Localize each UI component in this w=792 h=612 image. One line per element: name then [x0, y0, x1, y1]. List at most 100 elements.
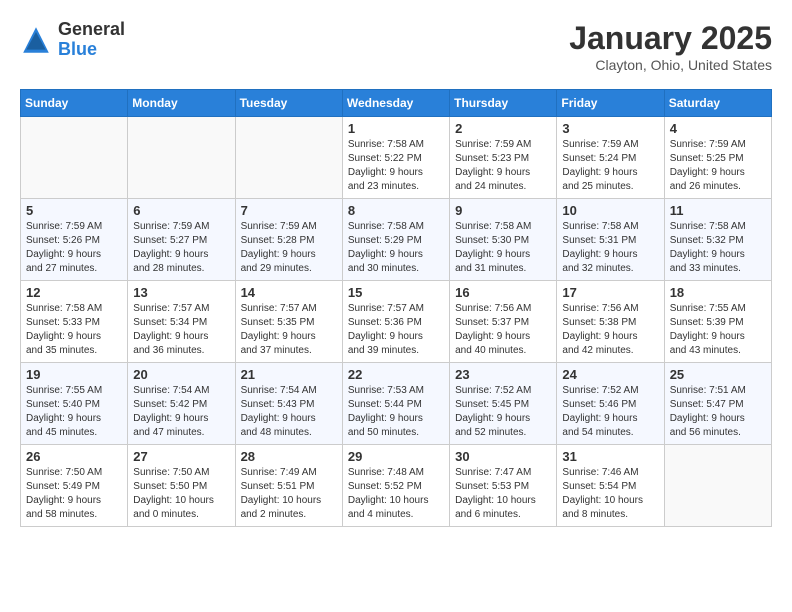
location: Clayton, Ohio, United States [569, 57, 772, 73]
calendar-cell [664, 445, 771, 527]
month-title: January 2025 [569, 20, 772, 57]
calendar-cell: 7 Sunrise: 7:59 AM Sunset: 5:28 PM Daylig… [235, 199, 342, 281]
day-number: 13 [133, 285, 229, 300]
day-info: Sunrise: 7:52 AM Sunset: 5:45 PM Dayligh… [455, 384, 551, 440]
day-number: 27 [133, 449, 229, 464]
day-info: Sunrise: 7:58 AM Sunset: 5:31 PM Dayligh… [562, 220, 658, 276]
day-number: 30 [455, 449, 551, 464]
day-info: Sunrise: 7:47 AM Sunset: 5:53 PM Dayligh… [455, 466, 551, 522]
day-number: 10 [562, 203, 658, 218]
day-info: Sunrise: 7:58 AM Sunset: 5:30 PM Dayligh… [455, 220, 551, 276]
day-number: 6 [133, 203, 229, 218]
weekday-header: Tuesday [235, 90, 342, 117]
calendar-cell: 30 Sunrise: 7:47 AM Sunset: 5:53 PM Dayli… [450, 445, 557, 527]
day-info: Sunrise: 7:59 AM Sunset: 5:23 PM Dayligh… [455, 138, 551, 194]
calendar-cell: 11 Sunrise: 7:58 AM Sunset: 5:32 PM Dayli… [664, 199, 771, 281]
weekday-header-row: SundayMondayTuesdayWednesdayThursdayFrid… [21, 90, 772, 117]
calendar-cell: 15Sunrise: 7:57 AM Sunset: 5:36 PM Dayli… [342, 281, 449, 363]
calendar-cell: 28 Sunrise: 7:49 AM Sunset: 5:51 PM Dayli… [235, 445, 342, 527]
day-info: Sunrise: 7:50 AM Sunset: 5:50 PM Dayligh… [133, 466, 229, 522]
calendar-cell: 12Sunrise: 7:58 AM Sunset: 5:33 PM Dayli… [21, 281, 128, 363]
day-number: 21 [241, 367, 337, 382]
calendar-cell: 13 Sunrise: 7:57 AM Sunset: 5:34 PM Dayli… [128, 281, 235, 363]
day-info: Sunrise: 7:59 AM Sunset: 5:27 PM Dayligh… [133, 220, 229, 276]
day-info: Sunrise: 7:57 AM Sunset: 5:34 PM Dayligh… [133, 302, 229, 358]
day-info: Sunrise: 7:57 AM Sunset: 5:35 PM Dayligh… [241, 302, 337, 358]
day-number: 7 [241, 203, 337, 218]
day-info: Sunrise: 7:59 AM Sunset: 5:28 PM Dayligh… [241, 220, 337, 276]
weekday-header: Saturday [664, 90, 771, 117]
day-number: 29 [348, 449, 444, 464]
weekday-header: Thursday [450, 90, 557, 117]
day-number: 31 [562, 449, 658, 464]
logo-general: General [58, 20, 125, 40]
day-number: 12 [26, 285, 122, 300]
calendar-cell: 16Sunrise: 7:56 AM Sunset: 5:37 PM Dayli… [450, 281, 557, 363]
day-number: 4 [670, 121, 766, 136]
day-number: 17 [562, 285, 658, 300]
day-number: 9 [455, 203, 551, 218]
day-info: Sunrise: 7:49 AM Sunset: 5:51 PM Dayligh… [241, 466, 337, 522]
calendar-cell: 8Sunrise: 7:58 AM Sunset: 5:29 PM Daylig… [342, 199, 449, 281]
calendar-week-row: 19Sunrise: 7:55 AM Sunset: 5:40 PM Dayli… [21, 363, 772, 445]
calendar-cell: 21Sunrise: 7:54 AM Sunset: 5:43 PM Dayli… [235, 363, 342, 445]
day-info: Sunrise: 7:56 AM Sunset: 5:38 PM Dayligh… [562, 302, 658, 358]
logo-blue: Blue [58, 40, 125, 60]
page-header: General Blue January 2025 Clayton, Ohio,… [20, 20, 772, 73]
calendar-cell: 14Sunrise: 7:57 AM Sunset: 5:35 PM Dayli… [235, 281, 342, 363]
calendar-cell: 3 Sunrise: 7:59 AM Sunset: 5:24 PM Daylig… [557, 117, 664, 199]
calendar-cell: 27 Sunrise: 7:50 AM Sunset: 5:50 PM Dayli… [128, 445, 235, 527]
day-number: 28 [241, 449, 337, 464]
day-number: 18 [670, 285, 766, 300]
day-number: 23 [455, 367, 551, 382]
calendar-cell: 19Sunrise: 7:55 AM Sunset: 5:40 PM Dayli… [21, 363, 128, 445]
day-number: 26 [26, 449, 122, 464]
day-info: Sunrise: 7:55 AM Sunset: 5:39 PM Dayligh… [670, 302, 766, 358]
day-number: 8 [348, 203, 444, 218]
logo-icon [20, 24, 52, 56]
calendar-cell: 9 Sunrise: 7:58 AM Sunset: 5:30 PM Daylig… [450, 199, 557, 281]
weekday-header: Sunday [21, 90, 128, 117]
day-info: Sunrise: 7:54 AM Sunset: 5:42 PM Dayligh… [133, 384, 229, 440]
day-number: 11 [670, 203, 766, 218]
calendar-cell: 29 Sunrise: 7:48 AM Sunset: 5:52 PM Dayli… [342, 445, 449, 527]
calendar-cell: 1Sunrise: 7:58 AM Sunset: 5:22 PM Daylig… [342, 117, 449, 199]
weekday-header: Wednesday [342, 90, 449, 117]
day-info: Sunrise: 7:59 AM Sunset: 5:24 PM Dayligh… [562, 138, 658, 194]
calendar-cell: 17 Sunrise: 7:56 AM Sunset: 5:38 PM Dayli… [557, 281, 664, 363]
day-number: 5 [26, 203, 122, 218]
calendar-cell: 31Sunrise: 7:46 AM Sunset: 5:54 PM Dayli… [557, 445, 664, 527]
day-number: 3 [562, 121, 658, 136]
day-number: 2 [455, 121, 551, 136]
calendar-cell: 4 Sunrise: 7:59 AM Sunset: 5:25 PM Daylig… [664, 117, 771, 199]
logo-text: General Blue [58, 20, 125, 60]
day-number: 20 [133, 367, 229, 382]
day-number: 16 [455, 285, 551, 300]
calendar-cell: 23 Sunrise: 7:52 AM Sunset: 5:45 PM Dayli… [450, 363, 557, 445]
day-info: Sunrise: 7:58 AM Sunset: 5:32 PM Dayligh… [670, 220, 766, 276]
calendar-week-row: 5 Sunrise: 7:59 AM Sunset: 5:26 PM Daylig… [21, 199, 772, 281]
day-info: Sunrise: 7:52 AM Sunset: 5:46 PM Dayligh… [562, 384, 658, 440]
calendar-week-row: 12Sunrise: 7:58 AM Sunset: 5:33 PM Dayli… [21, 281, 772, 363]
day-info: Sunrise: 7:51 AM Sunset: 5:47 PM Dayligh… [670, 384, 766, 440]
calendar-week-row: 1Sunrise: 7:58 AM Sunset: 5:22 PM Daylig… [21, 117, 772, 199]
day-number: 22 [348, 367, 444, 382]
calendar-table: SundayMondayTuesdayWednesdayThursdayFrid… [20, 89, 772, 527]
day-info: Sunrise: 7:48 AM Sunset: 5:52 PM Dayligh… [348, 466, 444, 522]
day-info: Sunrise: 7:55 AM Sunset: 5:40 PM Dayligh… [26, 384, 122, 440]
calendar-cell: 20 Sunrise: 7:54 AM Sunset: 5:42 PM Dayli… [128, 363, 235, 445]
day-info: Sunrise: 7:59 AM Sunset: 5:25 PM Dayligh… [670, 138, 766, 194]
logo: General Blue [20, 20, 125, 60]
calendar-cell: 26 Sunrise: 7:50 AM Sunset: 5:49 PM Dayli… [21, 445, 128, 527]
calendar-cell [235, 117, 342, 199]
day-info: Sunrise: 7:59 AM Sunset: 5:26 PM Dayligh… [26, 220, 122, 276]
calendar-cell: 25 Sunrise: 7:51 AM Sunset: 5:47 PM Dayli… [664, 363, 771, 445]
title-block: January 2025 Clayton, Ohio, United State… [569, 20, 772, 73]
day-info: Sunrise: 7:53 AM Sunset: 5:44 PM Dayligh… [348, 384, 444, 440]
calendar-week-row: 26 Sunrise: 7:50 AM Sunset: 5:49 PM Dayli… [21, 445, 772, 527]
day-info: Sunrise: 7:50 AM Sunset: 5:49 PM Dayligh… [26, 466, 122, 522]
calendar-cell: 5 Sunrise: 7:59 AM Sunset: 5:26 PM Daylig… [21, 199, 128, 281]
day-number: 25 [670, 367, 766, 382]
weekday-header: Friday [557, 90, 664, 117]
calendar-cell: 6 Sunrise: 7:59 AM Sunset: 5:27 PM Daylig… [128, 199, 235, 281]
